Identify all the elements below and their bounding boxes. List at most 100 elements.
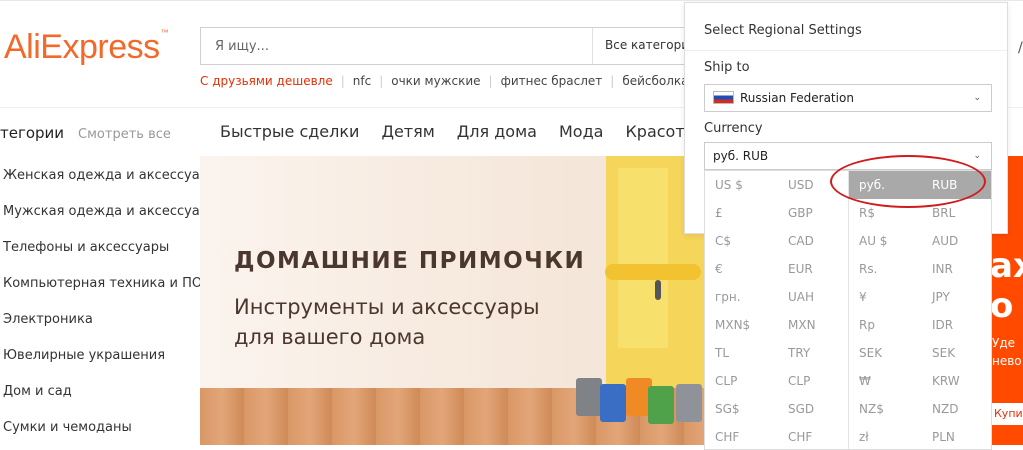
nav-item[interactable]: Быстрые сделки xyxy=(220,122,359,141)
currency-symbol: NZ$ xyxy=(859,402,884,416)
quick-link[interactable]: фитнес браслет xyxy=(501,74,603,88)
currency-code: PLN xyxy=(932,430,955,444)
currency-option[interactable]: AU $ AUD xyxy=(849,227,991,255)
quick-link[interactable]: очки мужские xyxy=(391,74,480,88)
currency-label: Currency xyxy=(704,121,763,136)
currency-option[interactable]: € EUR xyxy=(705,255,847,283)
ship-to-select[interactable]: Russian Federation ⌄ xyxy=(704,84,992,112)
category-item[interactable]: Телефоны и аксессуары xyxy=(0,230,200,266)
currency-option[interactable]: CLP CLP xyxy=(705,367,847,395)
currency-code: INR xyxy=(932,262,953,276)
logo-text: AliExpress xyxy=(4,28,160,66)
header-right-edge-icon[interactable]: / xyxy=(1018,40,1023,56)
category-item[interactable]: Компьютерная техника и ПО xyxy=(0,266,200,302)
currency-symbol: C$ xyxy=(715,234,732,248)
currency-symbol: грн. xyxy=(715,290,741,304)
side-promo-line-2: нево xyxy=(992,354,1022,368)
side-promo-buy-button[interactable]: Купи xyxy=(991,403,1023,425)
regional-settings-title: Select Regional Settings xyxy=(704,23,862,38)
aliexpress-logo[interactable]: AliExpress™ xyxy=(4,28,169,67)
currency-option[interactable]: TL TRY xyxy=(705,339,847,367)
paint-stroke-illustration xyxy=(618,168,668,348)
category-item[interactable]: Мужская одежда и аксессуары xyxy=(0,194,200,230)
currency-option[interactable]: руб. RUB xyxy=(849,171,991,199)
currency-code: UAH xyxy=(788,290,815,304)
currency-option[interactable]: R$ BRL xyxy=(849,199,991,227)
ship-to-label: Ship to xyxy=(704,60,750,75)
currency-option[interactable]: C$ CAD xyxy=(705,227,847,255)
currency-code: JPY xyxy=(932,290,950,304)
quick-link[interactable]: С друзьями дешевле xyxy=(200,74,333,88)
top-nav: Быстрые сделкиДетямДля домаМодаКрасотаТе xyxy=(220,122,758,141)
currency-symbol: ¥ xyxy=(859,290,867,304)
currency-code: USD xyxy=(788,178,814,192)
currency-option[interactable]: ₩ KRW xyxy=(849,367,991,395)
currency-symbol: CLP xyxy=(715,374,738,388)
promo-banner[interactable]: ДОМАШНИЕ ПРИМОЧКИ Инструменты и аксессуа… xyxy=(200,156,710,445)
category-list: Женская одежда и аксессуары Мужская одежд… xyxy=(0,158,200,446)
see-all-categories-link[interactable]: Смотреть все xyxy=(78,127,171,142)
currency-option[interactable]: CHF CHF xyxy=(705,423,847,449)
search-input[interactable] xyxy=(201,28,605,64)
currency-option[interactable]: US $ USD xyxy=(705,171,847,199)
currency-code: SGD xyxy=(788,402,815,416)
category-item[interactable]: Ювелирные украшения xyxy=(0,338,200,374)
currency-symbol: руб. xyxy=(859,178,885,192)
side-promo-text: Уде нево xyxy=(992,334,1022,370)
quick-link[interactable]: nfc xyxy=(353,74,371,88)
category-item[interactable]: Женская одежда и аксессуары xyxy=(0,158,200,194)
currency-option[interactable]: MXN$ MXN xyxy=(705,311,847,339)
popular-search-links: С друзьями дешевле | nfc | очки мужские | фитн… xyxy=(200,74,689,88)
currency-code: BRL xyxy=(932,206,956,220)
currency-code: GBP xyxy=(788,206,813,220)
categories-header: тегории Смотреть все xyxy=(0,124,171,142)
currency-symbol: Rp xyxy=(859,318,875,332)
currency-code: MXN xyxy=(788,318,816,332)
currency-code: KRW xyxy=(932,374,960,388)
currency-option[interactable]: SEK SEK xyxy=(849,339,991,367)
chevron-down-icon: ⌄ xyxy=(973,151,981,161)
currency-option[interactable]: £ GBP xyxy=(705,199,847,227)
banner-subtitle-line-2: для вашего дома xyxy=(234,325,426,349)
currency-code: RUB xyxy=(932,178,958,192)
quick-link-divider: | xyxy=(488,74,493,88)
nav-item[interactable]: Детям xyxy=(381,122,434,141)
chevron-down-icon: ⌄ xyxy=(973,93,981,103)
nav-item[interactable]: Мода xyxy=(559,122,603,141)
currency-select[interactable]: руб. RUB ⌄ xyxy=(704,142,992,170)
side-promo-big-line-1: ах xyxy=(990,246,1023,286)
banner-subtitle-line-1: Инструменты и аксессуары xyxy=(234,295,540,319)
currency-code: NZD xyxy=(932,402,959,416)
category-item[interactable]: Электроника xyxy=(0,302,200,338)
roller-handle-icon xyxy=(655,280,661,300)
search-category-select[interactable]: Все категори xyxy=(605,38,689,52)
currency-code: CLP xyxy=(788,374,811,388)
currency-option[interactable]: ¥ JPY xyxy=(849,283,991,311)
currency-symbol: SEK xyxy=(859,346,883,360)
currency-option[interactable]: NZ$ NZD xyxy=(849,395,991,423)
banner-headline: ДОМАШНИЕ ПРИМОЧКИ xyxy=(234,248,586,274)
banner-subtitle: Инструменты и аксессуары для вашего дома xyxy=(234,292,540,352)
currency-option[interactable]: грн. UAH xyxy=(705,283,847,311)
paint-can-icon xyxy=(576,378,602,416)
currency-option[interactable]: Rp IDR xyxy=(849,311,991,339)
category-item[interactable]: Дом и сад xyxy=(0,374,200,410)
nav-item[interactable]: Для дома xyxy=(457,122,537,141)
currency-value: руб. RUB xyxy=(713,149,769,163)
currency-code: AUD xyxy=(932,234,959,248)
currency-symbol: MXN$ xyxy=(715,318,751,332)
side-promo-big-line-2: о xyxy=(990,286,1014,326)
currency-code: CAD xyxy=(788,234,814,248)
side-promo-big-text: ах о xyxy=(990,246,1023,326)
categories-title: тегории xyxy=(0,124,65,142)
currency-option[interactable]: SG$ SGD xyxy=(705,395,847,423)
currency-option[interactable]: zł PLN xyxy=(849,423,991,449)
search-bar: Все категори xyxy=(200,27,720,65)
paint-can-icon xyxy=(676,384,702,422)
currency-symbol: US $ xyxy=(715,178,743,192)
quick-link[interactable]: бейсболка xyxy=(622,74,688,88)
currency-option[interactable]: Rs. INR xyxy=(849,255,991,283)
category-item[interactable]: Сумки и чемоданы xyxy=(0,410,200,446)
currency-symbol: SG$ xyxy=(715,402,740,416)
currency-symbol: Rs. xyxy=(859,262,878,276)
